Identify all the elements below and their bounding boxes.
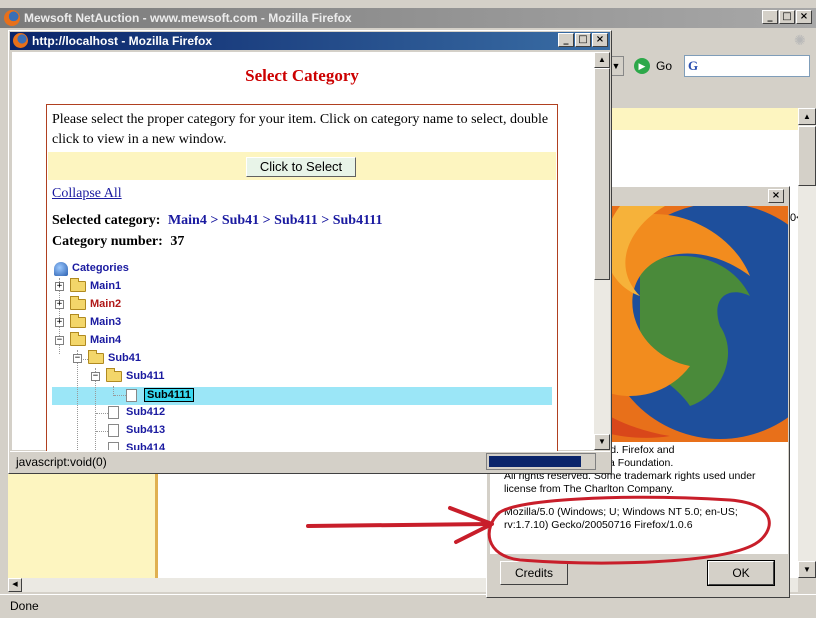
tree-item-label[interactable]: Main3 [90,316,121,328]
folder-open-icon [106,368,122,382]
tree-item-sub4111[interactable]: Sub4111 [124,387,324,405]
tree-item-label[interactable]: Main1 [90,280,121,292]
folder-open-icon [70,332,86,346]
scroll-up-icon[interactable]: ▲ [594,52,610,68]
minimize-icon[interactable]: _ [558,33,574,47]
folder-open-icon [88,350,104,364]
popup-title-bar[interactable]: http://localhost - Mozilla Firefox _ □ × [10,32,610,50]
background-status-text: Done [10,599,39,613]
tree-item-sub411[interactable]: − Sub411 [88,368,288,386]
category-number-value: 37 [170,234,185,249]
scroll-thumb[interactable] [594,68,610,280]
scroll-up-icon[interactable]: ▲ [798,108,816,125]
tree-item-label[interactable]: Main4 [90,334,121,346]
selected-category-line: Selected category: Main4 > Sub41 > Sub41… [52,213,383,229]
tree-item-sub414[interactable]: Sub414 [106,440,306,450]
go-button-label[interactable]: Go [656,59,672,73]
firefox-icon [4,10,20,26]
collapse-minus-icon[interactable]: − [73,354,82,363]
expand-plus-icon[interactable]: + [55,300,64,309]
google-icon: G [688,58,699,73]
background-left-column [8,472,158,578]
background-yellow-strip [610,108,798,130]
collapse-minus-icon[interactable]: − [91,372,100,381]
tree-item-label-selected[interactable]: Sub4111 [144,388,195,402]
tree-item-sub412[interactable]: Sub412 [106,404,306,422]
throbber-icon: ✺ [794,32,806,48]
popup-progress-bar [486,453,596,470]
scroll-down-icon[interactable]: ▼ [594,434,610,450]
credits-button[interactable]: Credits [500,561,568,585]
tree-root[interactable]: Categories [52,260,252,278]
maximize-icon[interactable]: □ [575,33,591,47]
tree-item-sub413[interactable]: Sub413 [106,422,306,440]
collapse-all-link[interactable]: Collapse All [52,186,122,202]
go-arrow-icon[interactable]: ▶ [634,58,650,74]
scroll-left-icon[interactable]: ◀ [8,578,22,592]
folder-icon [70,314,86,328]
maximize-icon[interactable]: □ [779,10,795,24]
tree-item-label[interactable]: Main2 [90,298,121,310]
background-title-bar[interactable]: Mewsoft NetAuction - www.mewsoft.com - M… [0,8,816,28]
background-window-title: Mewsoft NetAuction - www.mewsoft.com - M… [24,11,352,25]
page-title: Select Category [245,66,359,85]
category-number-label: Category number: [52,234,163,249]
firefox-icon [13,33,28,48]
tree-root-label[interactable]: Categories [72,262,129,274]
user-agent-line-1: Mozilla/5.0 (Windows; U; Windows NT 5.0;… [504,506,738,518]
popup-window-title: http://localhost - Mozilla Firefox [32,34,212,48]
scroll-down-icon[interactable]: ▼ [798,561,816,578]
popup-status-text: javascript:void(0) [16,455,107,469]
search-input[interactable]: G [684,55,810,77]
expand-plus-icon[interactable]: + [55,318,64,327]
user-agent-line-2: rv:1.7.10) Gecko/20050716 Firefox/1.0.6 [504,519,693,531]
folder-icon [70,296,86,310]
document-icon [108,406,119,419]
tree-item-label[interactable]: Sub412 [126,406,165,418]
category-number-line: Category number: 37 [52,234,184,250]
folder-icon [70,278,86,292]
tree-item-main2[interactable]: + Main2 [52,296,252,314]
license-line-4: license from The Charlton Company. [504,483,675,495]
tree-item-label[interactable]: Sub411 [126,370,165,382]
selected-category-label: Selected category: [52,213,161,228]
popup-vertical-scrollbar[interactable]: ▲ ▼ [594,52,610,450]
background-vertical-scrollbar[interactable]: ▲ ▼ [798,108,816,578]
about-close-icon[interactable]: × [768,189,784,203]
tree-item-main4[interactable]: − Main4 [52,332,252,350]
tree-item-label[interactable]: Sub41 [108,352,141,364]
click-to-select-button[interactable]: Click to Select [246,157,356,177]
tree-item-main3[interactable]: + Main3 [52,314,252,332]
scroll-thumb[interactable] [798,126,816,186]
tree-item-label[interactable]: Sub414 [126,442,165,450]
document-icon [108,424,119,437]
ok-button[interactable]: OK [707,560,775,586]
tree-item-sub41[interactable]: − Sub41 [70,350,270,368]
document-icon [108,442,119,450]
close-icon[interactable]: × [592,33,608,47]
expand-plus-icon[interactable]: + [55,282,64,291]
collapse-minus-icon[interactable]: − [55,336,64,345]
progress-fill [489,456,581,467]
document-icon [126,389,137,402]
minimize-icon[interactable]: _ [762,10,778,24]
tree-item-label[interactable]: Sub413 [126,424,165,436]
tree-item-main1[interactable]: + Main1 [52,278,252,296]
selected-category-path: Main4 > Sub41 > Sub411 > Sub4111 [167,213,383,228]
categories-root-icon [54,262,68,276]
instructions-text: Please select the proper category for yo… [52,112,549,147]
close-icon[interactable]: × [796,10,812,24]
